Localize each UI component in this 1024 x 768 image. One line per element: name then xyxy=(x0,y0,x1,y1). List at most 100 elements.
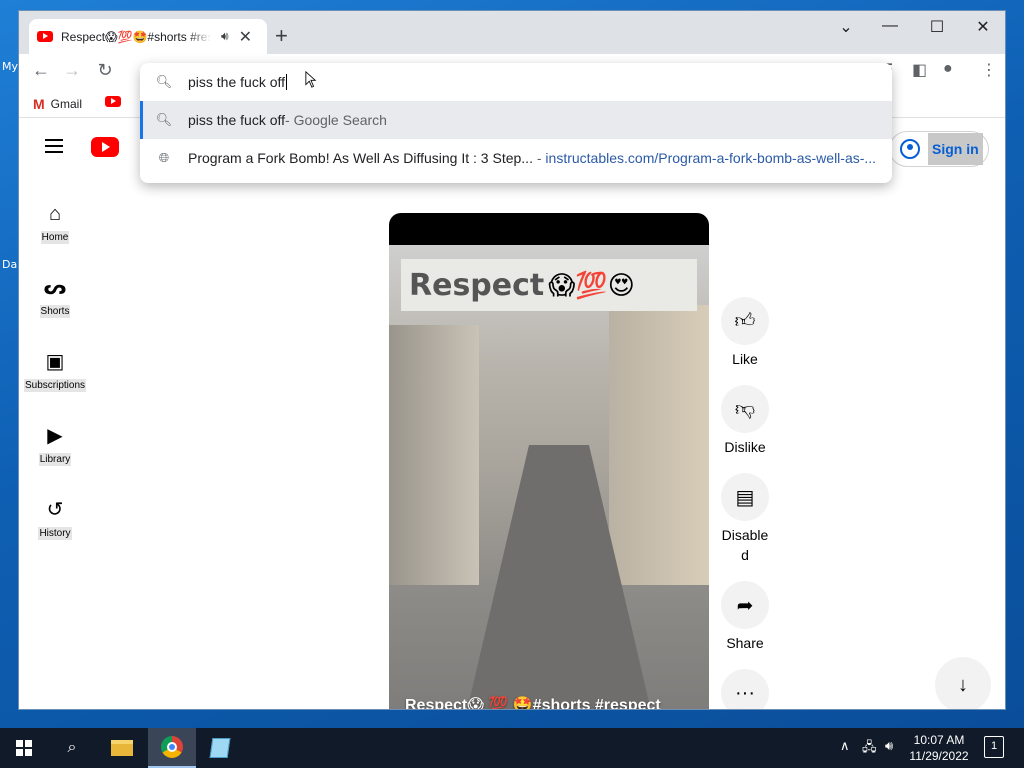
speaker-icon[interactable]: 🔊︎ xyxy=(221,29,229,44)
shorts-icon: ᔕ xyxy=(43,277,67,299)
video-scene-wall xyxy=(609,305,709,585)
notepad-taskbar-button[interactable] xyxy=(196,728,244,768)
shorts-video-player[interactable]: Respect 😱💯😍 Respect😱 💯 🤩#shorts #respect xyxy=(389,213,709,709)
profile-icon[interactable]: ● xyxy=(943,60,953,78)
video-frame: Respect 😱💯😍 xyxy=(389,245,709,709)
omnibox-dropdown: 🔍︎ piss the fuck off 🔍︎ piss the fuck of… xyxy=(140,63,892,183)
video-scene-wall xyxy=(389,325,479,585)
reload-button[interactable]: ↻ xyxy=(93,60,117,81)
browser-window: Respect😱💯🤩#shorts #respect 🔊︎ ✕ + ⌄ — ☐ … xyxy=(18,10,1006,710)
address-input[interactable]: piss the fuck off xyxy=(188,74,285,90)
sidebar-item-shorts[interactable]: ᔕ Shorts xyxy=(19,275,91,319)
taskbar: ⌕ ∧ 🖧︎ 🔊︎ 10:07 AM 11/29/2022 1 xyxy=(0,728,1024,768)
gmail-icon: M xyxy=(33,96,45,112)
subscriptions-icon: ▣ xyxy=(45,351,65,373)
comments-label: Disable d xyxy=(721,527,769,563)
folder-icon xyxy=(111,740,133,756)
side-panel-icon[interactable]: ◧ xyxy=(912,60,927,80)
chrome-icon xyxy=(161,736,183,758)
sidebar-item-home[interactable]: ⌂ Home xyxy=(19,201,91,245)
bookmark-youtube[interactable] xyxy=(105,96,129,107)
comments-button[interactable]: ▤ Disable d xyxy=(721,473,769,565)
close-window-button[interactable]: ✕ xyxy=(968,17,998,37)
suggestion-url: instructables.com/Program-a-fork-bomb-as… xyxy=(545,150,877,166)
sidebar-item-label: Library xyxy=(38,453,72,466)
video-overlay-banner: Respect 😱💯😍 xyxy=(401,259,697,311)
suggestion-text: Program a Fork Bomb! As Well As Diffusin… xyxy=(188,150,533,166)
search-icon: 🔍︎ xyxy=(155,74,173,89)
bookmark-gmail[interactable]: M Gmail xyxy=(33,96,82,112)
text-caret xyxy=(286,74,288,90)
notepad-icon xyxy=(209,738,231,758)
more-actions-button[interactable]: ··· xyxy=(721,669,769,709)
sign-in-button[interactable]: Sign in xyxy=(889,131,989,167)
suggestion-search[interactable]: 🔍︎ piss the fuck off - Google Search xyxy=(140,101,892,139)
sidebar-item-label: Subscriptions xyxy=(23,379,87,392)
sidebar-item-library[interactable]: ▶ Library xyxy=(19,423,91,467)
suggestion-text: piss the fuck off xyxy=(188,112,286,128)
show-hidden-icons-icon[interactable]: ∧ xyxy=(840,738,850,754)
like-label: Like xyxy=(732,351,758,367)
browser-tab[interactable]: Respect😱💯🤩#shorts #respect 🔊︎ ✕ xyxy=(29,19,267,54)
like-button[interactable]: 👍︎ Like xyxy=(721,297,769,369)
sidebar-item-history[interactable]: ↺ History xyxy=(19,497,91,541)
next-video-button[interactable]: ↓ xyxy=(935,657,991,709)
back-button[interactable]: ← xyxy=(29,60,53,81)
youtube-logo-icon[interactable] xyxy=(91,137,119,157)
network-icon[interactable]: 🖧︎ xyxy=(862,738,877,760)
minimize-button[interactable]: — xyxy=(875,17,905,35)
tab-title: Respect😱💯🤩#shorts #respect xyxy=(61,29,211,44)
forward-button[interactable]: → xyxy=(60,60,84,81)
video-title[interactable]: Respect😱 💯 🤩#shorts #respect xyxy=(405,695,661,709)
windows-logo-icon xyxy=(16,740,32,756)
dislike-label: Dislike xyxy=(724,439,766,455)
notifications-icon[interactable]: 1 xyxy=(984,736,1004,758)
arrow-down-icon: ↓ xyxy=(958,673,968,696)
desktop-icon-label[interactable]: Da xyxy=(2,258,17,271)
clock-date: 11/29/2022 xyxy=(909,749,969,763)
title-bar: Respect😱💯🤩#shorts #respect 🔊︎ ✕ + ⌄ — ☐ … xyxy=(19,11,1005,54)
history-icon: ↺ xyxy=(46,499,64,521)
menu-icon[interactable]: ⋮ xyxy=(981,60,997,80)
youtube-page: Sign in ⌂ Home ᔕ Shorts ▣ Subscriptions … xyxy=(19,119,1005,709)
library-icon: ▶ xyxy=(47,425,63,447)
sidebar-item-label: History xyxy=(38,527,72,540)
account-circle-icon xyxy=(900,139,920,159)
sign-in-label: Sign in xyxy=(928,133,983,165)
share-label: Share xyxy=(726,635,764,651)
youtube-favicon-icon xyxy=(105,96,121,107)
suggestion-separator: - xyxy=(532,150,546,166)
thumbs-up-icon: 👍︎ xyxy=(721,297,769,345)
start-button[interactable] xyxy=(0,728,48,768)
banner-emoji: 😱💯😍 xyxy=(548,269,635,300)
tab-search-icon[interactable]: ⌄ xyxy=(831,17,861,37)
search-taskbar-button[interactable]: ⌕ xyxy=(48,728,96,768)
home-icon: ⌂ xyxy=(48,203,62,225)
volume-icon[interactable]: 🔊︎ xyxy=(885,738,893,754)
search-icon: ⌕ xyxy=(67,739,77,756)
new-tab-button[interactable]: + xyxy=(275,25,288,47)
sidebar-item-subscriptions[interactable]: ▣ Subscriptions xyxy=(19,349,91,393)
suggestion-suffix: - Google Search xyxy=(285,112,387,128)
sidebar-item-label: Home xyxy=(40,231,70,244)
system-clock[interactable]: 10:07 AM 11/29/2022 xyxy=(904,732,974,764)
sidebar-item-label: Shorts xyxy=(39,305,71,318)
desktop-icon-label[interactable]: My xyxy=(2,60,18,73)
bookmark-label: Gmail xyxy=(50,97,83,111)
close-tab-icon[interactable]: ✕ xyxy=(239,27,252,47)
notification-count: 1 xyxy=(990,740,998,752)
thumbs-down-icon: 👎︎ xyxy=(721,385,769,433)
menu-hamburger-icon[interactable] xyxy=(45,139,63,153)
search-icon: 🔍︎ xyxy=(155,112,173,127)
share-icon: ➦ xyxy=(721,581,769,629)
globe-icon: 🌐︎ xyxy=(158,150,170,165)
share-button[interactable]: ➦ Share xyxy=(721,581,769,653)
maximize-button[interactable]: ☐ xyxy=(922,17,952,37)
comments-icon: ▤ xyxy=(721,473,769,521)
more-icon: ··· xyxy=(721,669,769,709)
file-explorer-button[interactable] xyxy=(98,728,146,768)
dislike-button[interactable]: 👎︎ Dislike xyxy=(721,385,769,457)
address-bar[interactable]: 🔍︎ piss the fuck off xyxy=(140,63,892,101)
chrome-taskbar-button[interactable] xyxy=(148,728,196,768)
suggestion-history[interactable]: 🌐︎ Program a Fork Bomb! As Well As Diffu… xyxy=(140,139,892,177)
